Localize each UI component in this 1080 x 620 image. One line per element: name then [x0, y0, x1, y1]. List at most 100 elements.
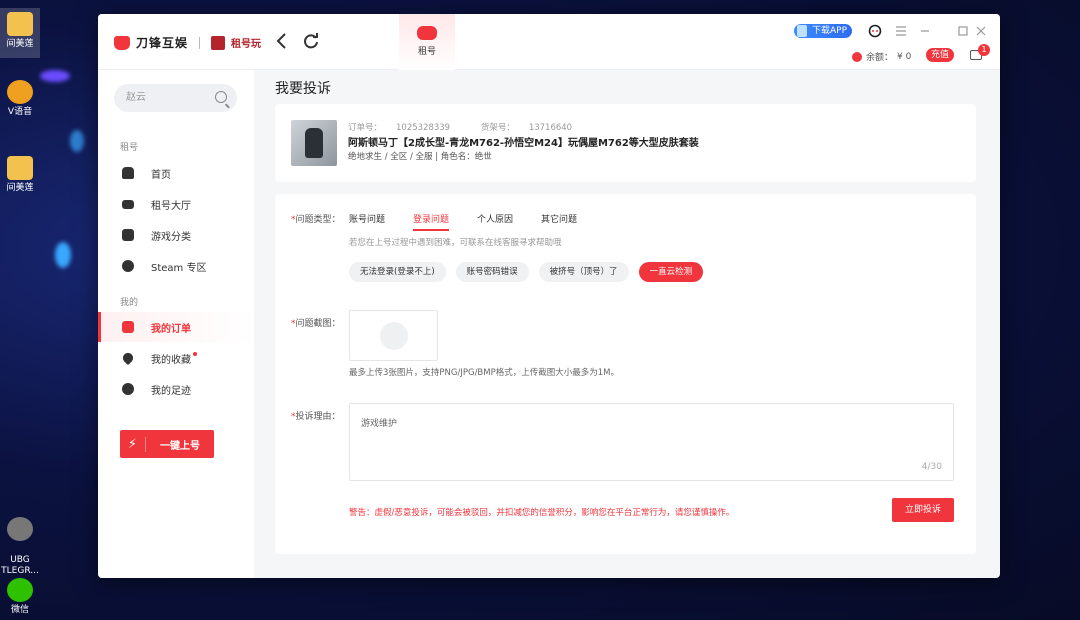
goods-no: 13716640 — [528, 123, 573, 133]
sidebar-item-rent-hall[interactable]: 租号大厅 — [98, 189, 254, 219]
folder-icon — [7, 156, 33, 180]
balance-display: 余额： ¥ 0 — [852, 50, 911, 63]
sidebar-item-my-favorites[interactable]: 我的收藏 — [98, 343, 254, 373]
desktop-icon-wechat[interactable]: 微信 — [0, 578, 40, 616]
steam-icon — [122, 260, 134, 272]
chip-wrong-password[interactable]: 账号密码错误 — [455, 262, 529, 282]
balance-value: ¥ 0 — [897, 51, 912, 62]
logo-text: 刀锋互娱 — [136, 36, 189, 50]
order-icon — [122, 321, 134, 333]
desktop-glow — [55, 242, 71, 268]
clock-icon — [122, 383, 134, 395]
phone-icon — [797, 25, 807, 37]
headset-icon — [868, 24, 882, 38]
sidebar-item-my-orders[interactable]: 我的订单 — [98, 312, 254, 342]
sidebar-item-label: 首页 — [151, 169, 171, 181]
home-icon — [122, 167, 134, 179]
title-bar: 刀锋互娱 租号玩 租号 下载APP 余额： ¥ 0 充值 1 — [98, 14, 1000, 70]
message-count-badge: 1 — [978, 44, 990, 56]
one-key-login-button[interactable]: ⚡ 一键上号 — [120, 430, 214, 458]
sidebar-item-my-footprints[interactable]: 我的足迹 — [98, 374, 254, 404]
sidebar-item-label: 租号大厅 — [151, 200, 191, 212]
problem-type-label: *问题类型： — [291, 215, 341, 225]
order-no-label: 订单号： — [348, 123, 383, 133]
warning-text: 警告：虚假/恶意投诉，可能会被驳回，并扣减您的信誉积分，影响您在平台正常行为，请… — [349, 508, 735, 518]
complaint-form: *问题类型： 账号问题 登录问题 个人原因 其它问题 若您在上号过程中遇到困难，… — [275, 194, 976, 554]
recharge-button[interactable]: 充值 — [926, 48, 954, 62]
refresh-button[interactable] — [300, 30, 322, 52]
tab-rent[interactable]: 租号 — [399, 14, 455, 70]
chip-kicked-out[interactable]: 被挤号（顶号）了 — [538, 262, 629, 282]
close-button[interactable] — [974, 24, 988, 38]
sidebar-item-label: 游戏分类 — [151, 231, 191, 243]
desktop-icon-folder[interactable]: 间美莲 — [0, 156, 40, 194]
search-icon[interactable] — [215, 91, 227, 103]
heart-icon — [120, 350, 136, 366]
folder-icon — [7, 12, 33, 36]
goods-no-label: 货架号： — [480, 123, 515, 133]
service-button[interactable] — [868, 24, 882, 38]
screenshot-label: *问题截图： — [291, 319, 341, 329]
desktop-icon-label: 微信 — [10, 605, 29, 615]
product-thumbnail — [291, 120, 337, 166]
minimize-icon — [921, 30, 929, 32]
desktop-icon-label: 间美莲 — [6, 183, 34, 193]
tab-login-issue[interactable]: 登录问题 — [413, 212, 450, 231]
desktop-icon-voice[interactable]: V语音 — [0, 80, 40, 118]
sidebar-item-game-category[interactable]: 游戏分类 — [98, 220, 254, 250]
download-app-button[interactable]: 下载APP — [794, 24, 853, 38]
sidebar-item-label: 我的足迹 — [151, 385, 191, 397]
desktop-glow — [70, 130, 84, 152]
minimize-button[interactable] — [918, 24, 932, 38]
refresh-icon — [304, 33, 318, 49]
close-icon — [976, 26, 986, 36]
order-card: 订单号： 1025328339 货架号： 13716640 阿斯顿马丁【2成长型-青… — [275, 104, 976, 182]
back-button[interactable] — [270, 30, 292, 52]
new-dot — [193, 352, 197, 356]
desktop-icon-label: 间美莲 — [6, 39, 34, 49]
logo2-text: 租号玩 — [231, 39, 262, 50]
search-text: 赵云 — [126, 92, 146, 103]
reason-textarea[interactable]: 游戏维护 4/30 — [349, 403, 954, 481]
screenshot-upload[interactable] — [349, 310, 438, 361]
brand-logo[interactable]: 刀锋互娱 租号玩 — [114, 34, 261, 51]
desktop-icon-pubg[interactable]: UBG TLEGR... — [0, 506, 40, 577]
tab-personal-reason[interactable]: 个人原因 — [477, 212, 513, 231]
problem-type-tabs: 账号问题 登录问题 个人原因 其它问题 — [349, 212, 605, 231]
desktop-glow — [40, 70, 70, 82]
blade-logo-icon — [114, 35, 130, 50]
chip-cloud-detection[interactable]: 一直云检测 — [638, 262, 704, 282]
download-app-label: 下载APP — [812, 26, 848, 36]
desktop-icon-label: V语音 — [7, 107, 33, 117]
tab-rent-label: 租号 — [417, 47, 436, 57]
lightning-icon: ⚡ — [120, 436, 146, 452]
order-meta: 订单号： 1025328339 货架号： 13716640 — [348, 121, 600, 133]
balance-label: 余额： — [866, 53, 894, 63]
sidebar-item-home[interactable]: 首页 — [98, 158, 254, 188]
tab-account-issue[interactable]: 账号问题 — [349, 212, 385, 231]
sidebar-item-label: 我的收藏 — [151, 354, 191, 366]
sidebar-item-steam[interactable]: Steam 专区 — [98, 251, 254, 281]
reason-text: 游戏维护 — [361, 419, 398, 429]
problem-hint: 若您在上号过程中遇到困难，可联系在线客服寻求帮助哦 — [349, 238, 562, 248]
problem-chips: 无法登录(登录不上) 账号密码错误 被挤号（顶号）了 一直云检测 — [349, 262, 704, 282]
gamepad-icon — [417, 26, 437, 40]
sidebar-item-label: Steam 专区 — [151, 262, 207, 274]
menu-button[interactable] — [894, 24, 908, 38]
maximize-icon — [958, 26, 968, 36]
submit-complaint-button[interactable]: 立即投诉 — [892, 498, 954, 522]
section-title-mine: 我的 — [120, 298, 139, 308]
search-input[interactable]: 赵云 — [114, 84, 237, 112]
logo-separator — [199, 36, 201, 49]
wechat-icon — [7, 578, 33, 602]
reason-char-count: 4/30 — [921, 462, 942, 472]
desktop-icon-folder[interactable]: 间美莲 — [0, 8, 40, 58]
order-title: 阿斯顿马丁【2成长型-青龙M762-孙悟空M24】玩偶屋M762等大型皮肤套装 — [348, 138, 699, 149]
sidebar-item-label: 我的订单 — [151, 323, 191, 335]
maximize-button[interactable] — [956, 24, 970, 38]
menu-icon — [896, 26, 906, 36]
tab-other-issue[interactable]: 其它问题 — [541, 212, 577, 231]
chip-cannot-login[interactable]: 无法登录(登录不上) — [349, 262, 446, 282]
rental-logo-icon — [211, 35, 226, 50]
reason-label: *投诉理由： — [291, 412, 341, 422]
